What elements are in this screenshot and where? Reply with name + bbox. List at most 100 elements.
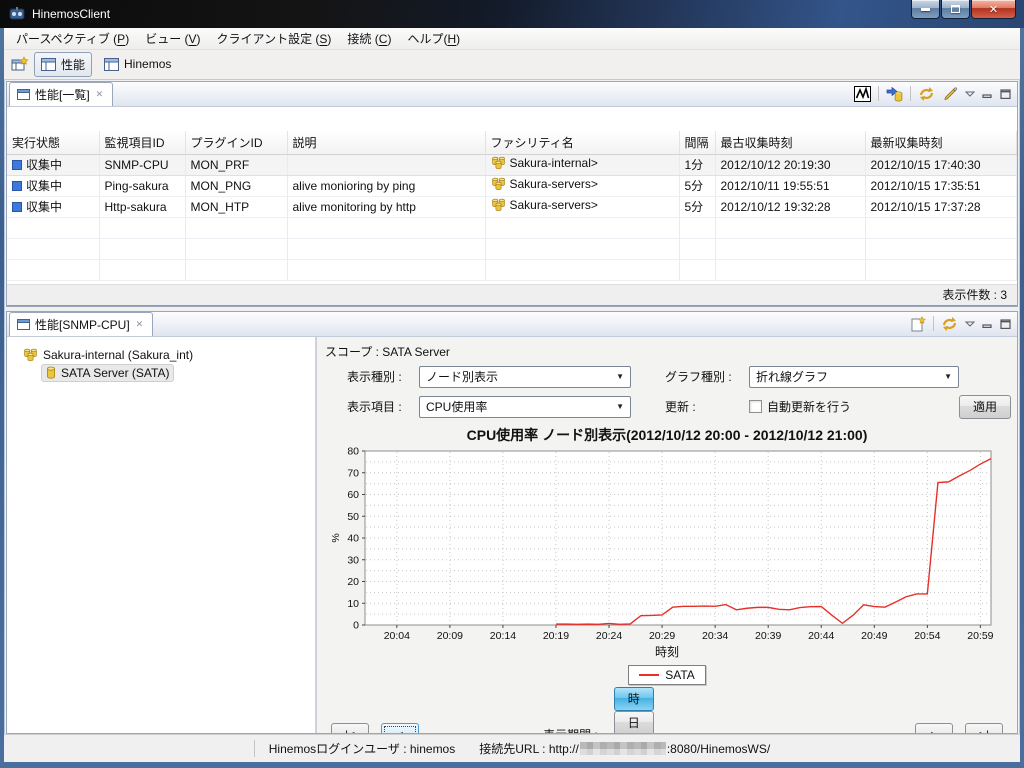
plugin-id-cell: MON_PRF bbox=[185, 154, 287, 175]
period-label: 表示期間 : bbox=[543, 726, 598, 734]
perspective-tab-performance[interactable]: 性能 bbox=[34, 52, 92, 77]
next-page-button[interactable]: > bbox=[915, 723, 953, 734]
view-icon bbox=[17, 319, 30, 330]
status-cell: 収集中 bbox=[26, 177, 62, 194]
latest-time-cell: 2012/10/15 17:40:30 bbox=[865, 154, 1017, 175]
view-minimize-icon[interactable] bbox=[982, 89, 993, 99]
node-icon bbox=[46, 366, 56, 380]
view-maximize-icon[interactable] bbox=[1000, 319, 1011, 329]
display-item-label: 表示項目 : bbox=[347, 398, 419, 415]
svg-text:20:54: 20:54 bbox=[914, 630, 940, 642]
view-menu-chevron-icon[interactable] bbox=[965, 321, 975, 327]
column-header[interactable]: 実行状態 bbox=[7, 131, 99, 155]
menu-item[interactable]: 接続 (C) bbox=[339, 28, 399, 49]
perspective-tab-hinemos[interactable]: Hinemos bbox=[97, 53, 178, 75]
perspective-label: 性能 bbox=[61, 56, 85, 73]
window-maximize-button[interactable] bbox=[941, 0, 970, 19]
tab-label: 性能[一覧] bbox=[35, 86, 90, 103]
graph-view-tabbar: 性能[SNMP-CPU] ✕ bbox=[7, 312, 1017, 337]
display-type-select[interactable]: ノード別表示 ▼ bbox=[419, 366, 631, 388]
column-header[interactable]: プラグインID bbox=[185, 131, 287, 155]
table-row[interactable]: 収集中 Http-sakura MON_HTP alive monitoring… bbox=[7, 196, 1017, 217]
view-maximize-icon[interactable] bbox=[1000, 89, 1011, 99]
empty-table-row bbox=[7, 217, 1017, 238]
tab-close-icon[interactable]: ✕ bbox=[135, 319, 145, 330]
menu-item[interactable]: クライアント設定 (S) bbox=[209, 28, 340, 49]
column-header[interactable]: ファシリティ名 bbox=[485, 131, 679, 155]
svg-text:30: 30 bbox=[347, 554, 359, 566]
svg-text:70: 70 bbox=[347, 467, 359, 479]
tab-snmp-cpu[interactable]: 性能[SNMP-CPU] ✕ bbox=[9, 312, 153, 336]
window-close-button[interactable]: ✕ bbox=[971, 0, 1016, 19]
scope-icon bbox=[491, 198, 506, 212]
latest-time-cell: 2012/10/15 17:37:28 bbox=[865, 196, 1017, 217]
column-header[interactable]: 説明 bbox=[287, 131, 485, 155]
tree-item-node-selected[interactable]: SATA Server (SATA) bbox=[41, 364, 174, 382]
time-navigation-row: |< < 表示期間 : 時日週月 > >| bbox=[325, 685, 1009, 734]
graph-type-select[interactable]: 折れ線グラフ ▼ bbox=[749, 366, 959, 388]
menu-item[interactable]: パースペクティブ (P) bbox=[8, 28, 137, 49]
apply-button[interactable]: 適用 bbox=[959, 395, 1011, 419]
latest-time-cell: 2012/10/15 17:35:51 bbox=[865, 175, 1017, 196]
chart-x-axis-label: 時刻 bbox=[655, 643, 679, 660]
auto-update-checkbox[interactable] bbox=[749, 400, 762, 413]
status-running-icon bbox=[12, 202, 22, 212]
first-page-button[interactable]: |< bbox=[331, 723, 369, 734]
window-minimize-button[interactable] bbox=[911, 0, 940, 19]
toolbar-separator bbox=[933, 316, 934, 331]
refresh-icon[interactable] bbox=[918, 86, 935, 102]
table-header-row: 実行状態監視項目IDプラグインID説明ファシリティ名間隔最古収集時刻最新収集時刻 bbox=[7, 131, 1017, 155]
export-data-icon[interactable] bbox=[886, 86, 903, 102]
display-item-value: CPU使用率 bbox=[426, 398, 487, 415]
perspective-icon bbox=[41, 58, 56, 71]
column-header[interactable]: 間隔 bbox=[679, 131, 715, 155]
perspective-label: Hinemos bbox=[124, 57, 171, 71]
facility-cell: Sakura-internal> bbox=[510, 156, 598, 170]
table-row[interactable]: 収集中 SNMP-CPU MON_PRF Sakura-internal> 1分… bbox=[7, 154, 1017, 175]
status-cell: 収集中 bbox=[26, 156, 62, 173]
svg-text:20:44: 20:44 bbox=[808, 630, 834, 642]
refresh-icon[interactable] bbox=[941, 316, 958, 332]
chevron-down-icon: ▼ bbox=[944, 372, 952, 381]
table-row[interactable]: 収集中 Ping-sakura MON_PNG alive monioring … bbox=[7, 175, 1017, 196]
tab-label: 性能[SNMP-CPU] bbox=[35, 316, 130, 333]
previous-page-button[interactable]: < bbox=[381, 723, 419, 734]
last-page-button[interactable]: >| bbox=[965, 723, 1003, 734]
tab-close-icon[interactable]: ✕ bbox=[95, 89, 105, 100]
display-type-value: ノード別表示 bbox=[426, 368, 498, 385]
svg-text:20:09: 20:09 bbox=[437, 630, 463, 642]
graph-content: スコープ : SATA Server 表示種別 : ノード別表示 ▼ グラフ種別… bbox=[317, 337, 1017, 733]
menu-item[interactable]: ヘルプ(H) bbox=[399, 28, 468, 49]
toolbar-separator bbox=[878, 86, 879, 101]
tab-performance-list[interactable]: 性能[一覧] ✕ bbox=[9, 82, 113, 106]
empty-table-row bbox=[7, 259, 1017, 280]
menu-item[interactable]: ビュー (V) bbox=[137, 28, 208, 49]
view-menu-chevron-icon[interactable] bbox=[965, 91, 975, 97]
status-running-icon bbox=[12, 160, 22, 170]
svg-text:20:04: 20:04 bbox=[384, 630, 410, 642]
show-graph-icon[interactable] bbox=[854, 86, 871, 102]
column-header[interactable]: 最新収集時刻 bbox=[865, 131, 1017, 155]
svg-text:40: 40 bbox=[347, 532, 359, 544]
window-frame: パースペクティブ (P)ビュー (V)クライアント設定 (S)接続 (C)ヘルプ… bbox=[4, 28, 1020, 762]
horizontal-sash[interactable] bbox=[4, 307, 1020, 310]
perspective-toolbar: 性能 Hinemos bbox=[4, 50, 1020, 80]
column-header[interactable]: 監視項目ID bbox=[99, 131, 185, 155]
open-perspective-icon[interactable] bbox=[11, 56, 29, 72]
chart-title: CPU使用率 ノード別表示(2012/10/12 20:00 - 2012/10… bbox=[467, 425, 868, 445]
display-item-select[interactable]: CPU使用率 ▼ bbox=[419, 396, 631, 418]
period-button[interactable]: 日 bbox=[614, 711, 654, 734]
performance-list-view: 性能[一覧] ✕ bbox=[6, 81, 1018, 307]
chart-legend: SATA bbox=[628, 665, 706, 685]
column-header[interactable]: 最古収集時刻 bbox=[715, 131, 865, 155]
period-button[interactable]: 時 bbox=[614, 687, 654, 711]
title-bar: HinemosClient ✕ bbox=[0, 0, 1024, 28]
edit-icon[interactable] bbox=[942, 86, 958, 102]
tree-item-label: Sakura-internal (Sakura_int) bbox=[43, 348, 193, 362]
new-record-icon[interactable] bbox=[910, 316, 926, 332]
svg-text:20:24: 20:24 bbox=[596, 630, 622, 642]
view-minimize-icon[interactable] bbox=[982, 319, 993, 329]
censored-ip-block bbox=[580, 742, 666, 755]
scope-icon bbox=[491, 177, 506, 191]
tree-item-scope[interactable]: Sakura-internal (Sakura_int) bbox=[19, 347, 197, 363]
